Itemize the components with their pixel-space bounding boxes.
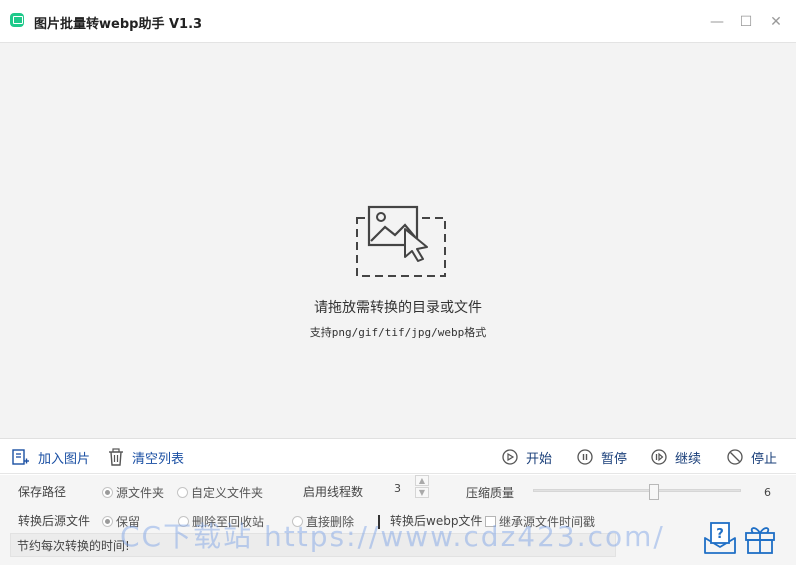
quality-slider-thumb[interactable] [648,484,659,500]
resume-button[interactable]: 继续 [651,447,701,467]
inherit-timestamp-checkbox[interactable]: 继承源文件时间戳 [485,513,595,530]
gift-icon[interactable] [743,521,777,555]
clear-list-button[interactable]: 清空列表 [108,447,184,467]
maximize-button[interactable]: ☐ [736,12,756,32]
radio-dot [292,516,303,527]
threads-label: 启用线程数 [303,485,364,499]
add-image-icon [12,449,29,465]
add-images-button[interactable]: 加入图片 [12,447,90,467]
title-bar: 图片批量转webp助手 V1.3 — ☐ ✕ [0,0,796,43]
radio-dot [102,516,113,527]
settings-panel: 保存路径 源文件夹 自定义文件夹 启用线程数 3 ▲ ▼ 压缩质量 6 转换后源… [0,475,796,565]
supported-formats: 支持png/gif/tif/jpg/webp格式 [309,326,487,339]
drop-zone[interactable]: 请拖放需转换的目录或文件 支持png/gif/tif/jpg/webp格式 [0,43,796,438]
stop-icon [727,449,743,465]
stepper-down-icon[interactable]: ▼ [415,487,429,498]
after-convert-label: 转换后源文件 [18,514,91,528]
stop-label: 停止 [751,451,778,467]
pause-label: 暂停 [601,451,628,467]
save-path-label: 保存路径 [18,485,67,499]
clear-list-label: 清空列表 [132,451,185,467]
recycle-source-radio[interactable]: 删除至回收站 [178,513,264,530]
webp-after-label: 转换后webp文件 [390,514,483,528]
start-button[interactable]: 开始 [502,447,552,467]
radio-dot [177,487,188,498]
help-mail-icon[interactable]: ? [703,521,737,555]
resume-icon [651,449,667,465]
play-icon [502,449,518,465]
pause-button[interactable]: 暂停 [577,447,627,467]
threads-value[interactable]: 3 [394,482,401,495]
action-toolbar: 加入图片 清空列表 开始 暂停 继续 停止 [0,438,796,474]
radio-dot [102,487,113,498]
radio-dot [178,516,189,527]
save-path-custom-folder-radio[interactable]: 自定义文件夹 [177,484,263,501]
stepper-up-icon[interactable]: ▲ [415,475,429,486]
separator [378,515,380,529]
close-button[interactable]: ✕ [766,12,786,32]
start-label: 开始 [526,451,553,467]
resume-label: 继续 [675,451,702,467]
delete-source-radio[interactable]: 直接删除 [292,513,354,530]
time-saved-bar: 节约每次转换的时间! [10,533,616,557]
quality-value: 6 [764,486,771,499]
image-drop-icon [356,205,446,277]
app-title: 图片批量转webp助手 V1.3 [34,17,203,32]
app-logo-icon [10,13,24,27]
quality-label: 压缩质量 [466,486,515,500]
svg-text:?: ? [716,527,724,542]
drop-instruction: 请拖放需转换的目录或文件 [314,300,482,316]
quality-slider-track[interactable] [533,489,741,492]
trash-icon [109,448,123,466]
save-path-source-folder-radio[interactable]: 源文件夹 [102,484,164,501]
keep-source-radio[interactable]: 保留 [102,513,140,530]
minimize-button[interactable]: — [707,12,727,32]
add-images-label: 加入图片 [38,451,91,467]
stop-button[interactable]: 停止 [727,447,777,467]
checkbox-box [485,516,496,527]
pause-icon [577,449,593,465]
threads-stepper[interactable]: ▲ ▼ [415,475,431,501]
